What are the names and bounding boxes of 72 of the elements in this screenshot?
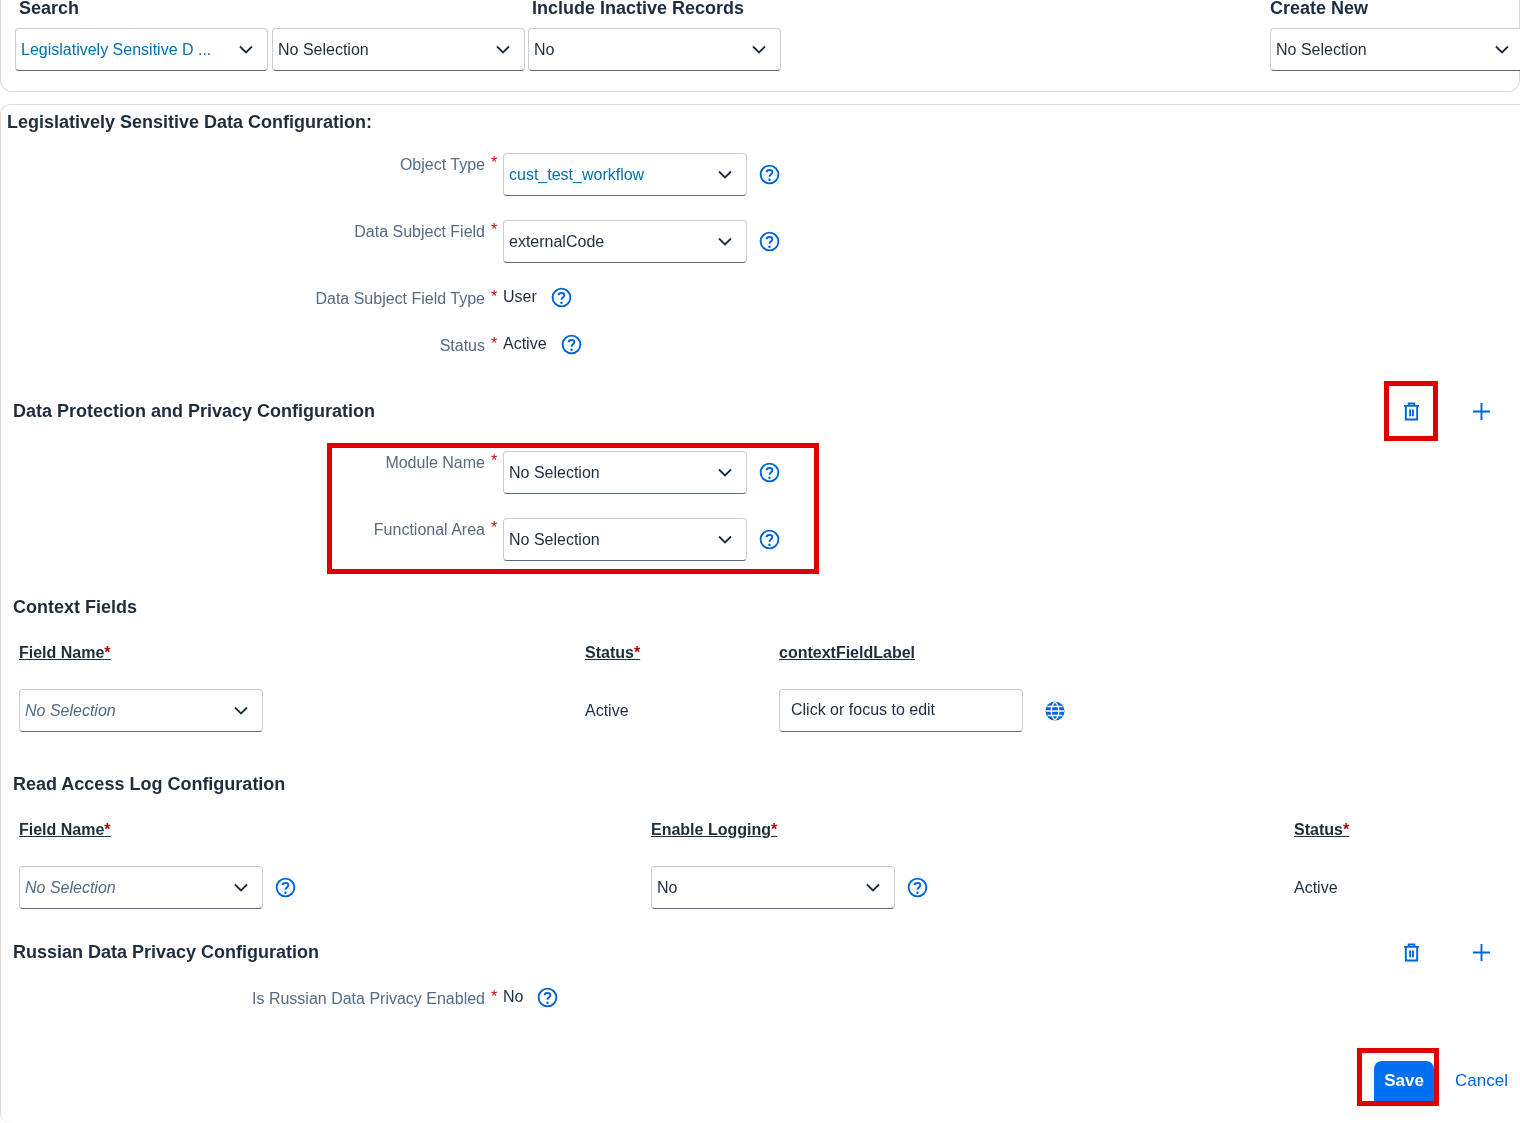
required-mark: * [489,334,499,353]
field-label: Object Type [398,155,485,174]
field-label: Status [438,336,485,355]
page-title: Legislatively Sensitive Data Configuration: [7,112,374,133]
plus-icon[interactable] [1471,401,1491,421]
plus-icon[interactable] [1471,942,1491,962]
globe-icon[interactable] [1045,700,1065,721]
input-field[interactable]: Click or focus to edit [779,689,1023,732]
chevron-down-icon [718,170,732,179]
required-mark: * [489,987,499,1006]
field-label: Data Subject Field [353,222,485,241]
status-value: Active [585,701,630,720]
help-icon[interactable] [550,287,572,308]
required-mark: * [489,518,499,537]
column-header: Status* [1294,821,1350,839]
dropdown-field[interactable]: externalCode [503,220,747,263]
column-header: Field Name* [19,821,111,839]
dropdown-field[interactable]: cust_test_workflow [503,153,747,196]
required-mark: * [489,451,499,470]
filter-label: Search [18,0,81,18]
chevron-down-icon [752,45,766,54]
chevron-down-icon [718,468,732,477]
dropdown-field[interactable]: No Selection [19,689,263,732]
chevron-down-icon [866,883,880,892]
help-icon[interactable] [759,164,780,185]
filter-label: Create New [1269,0,1370,18]
help-icon[interactable] [537,987,559,1008]
dropdown-field[interactable]: No Selection [272,28,525,71]
section-title: Russian Data Privacy Configuration [13,941,320,963]
required-mark: * [489,287,499,306]
column-header: Status* [585,644,641,662]
help-icon[interactable] [759,231,780,252]
help-icon[interactable] [759,462,780,483]
dropdown-field[interactable]: No Selection [503,451,747,494]
dropdown-field[interactable]: Legislatively Sensitive D ... [15,28,268,71]
field-value: No [503,987,524,1006]
column-header: contextFieldLabel [779,644,916,662]
dropdown-field[interactable]: No [651,866,895,909]
help-icon[interactable] [560,334,582,355]
trash-icon[interactable] [1402,401,1420,421]
help-icon[interactable] [759,529,780,550]
chevron-down-icon [1495,45,1509,54]
dropdown-field[interactable]: No Selection [1270,28,1520,71]
dropdown-field[interactable]: No Selection [19,866,263,909]
column-header: Enable Logging* [651,821,778,839]
chevron-down-icon [496,45,510,54]
status-value: Active [1294,878,1339,897]
trash-icon[interactable] [1402,942,1420,962]
field-value: Active [503,334,547,353]
section-title: Data Protection and Privacy Configuration [13,400,376,422]
required-mark: * [489,153,499,172]
field-label: Functional Area [372,520,485,539]
help-icon[interactable] [907,877,928,898]
field-label: Data Subject Field Type [314,289,485,308]
chevron-down-icon [718,535,732,544]
filter-label: Include Inactive Records [531,0,746,18]
cancel-button[interactable]: Cancel [1455,1063,1508,1091]
column-header: Field Name* [19,644,111,662]
dropdown-field[interactable]: No Selection [503,518,747,561]
field-label: Is Russian Data Privacy Enabled [251,989,485,1008]
field-label: Module Name [384,453,485,472]
section-title: Context Fields [12,597,138,618]
help-icon[interactable] [275,877,296,898]
save-button[interactable]: Save [1374,1061,1435,1101]
chevron-down-icon [234,706,248,715]
chevron-down-icon [239,45,253,54]
field-value: User [503,287,537,306]
chevron-down-icon [234,883,248,892]
dropdown-field[interactable]: No [528,28,781,71]
section-title: Read Access Log Configuration [12,774,287,795]
chevron-down-icon [718,237,732,246]
required-mark: * [489,220,499,239]
